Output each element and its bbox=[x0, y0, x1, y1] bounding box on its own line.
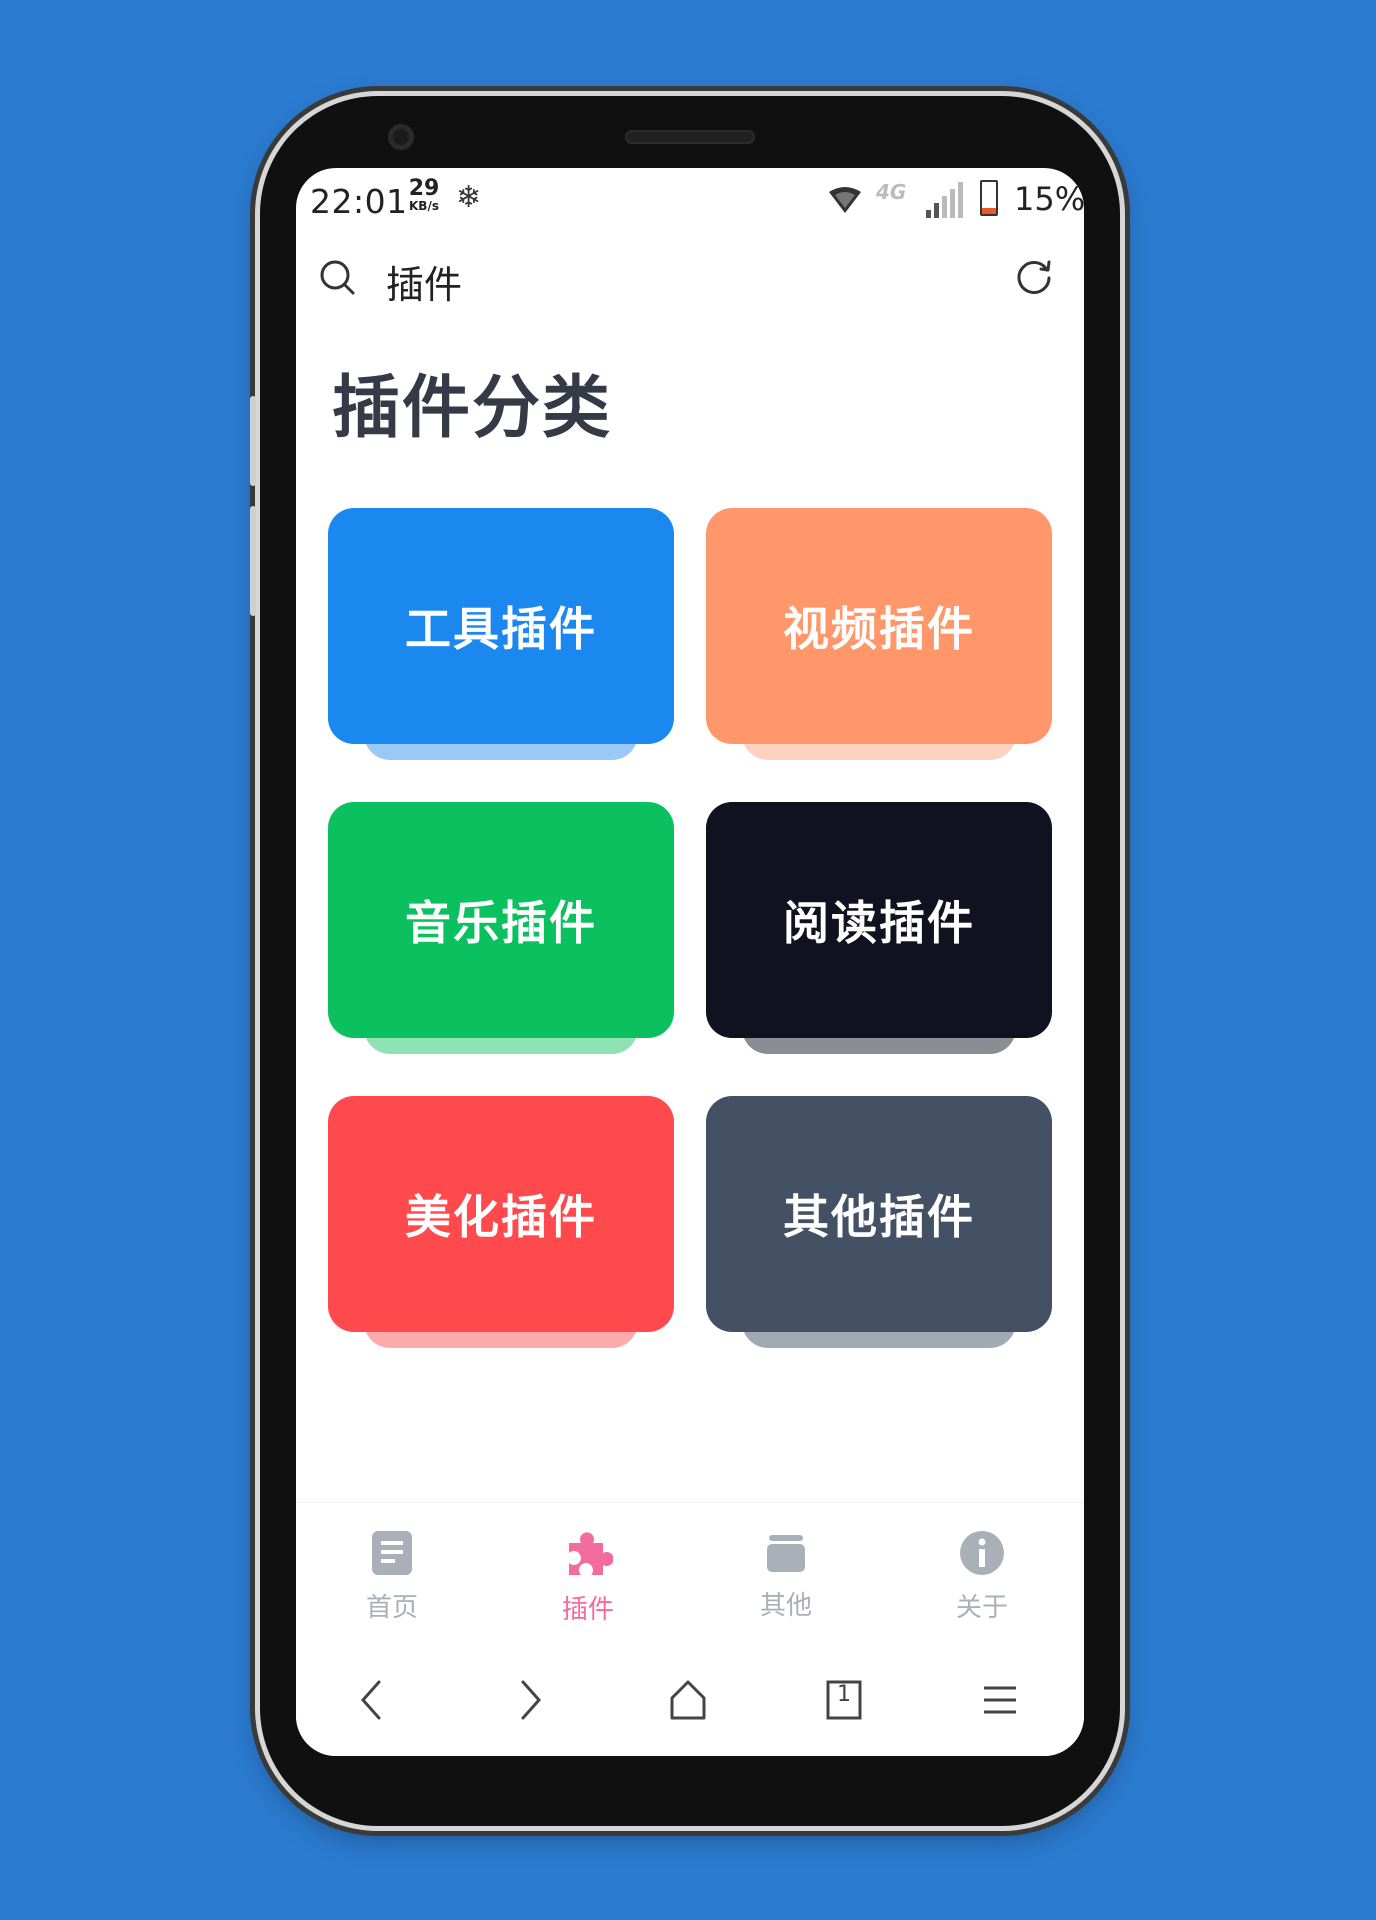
category-card-tools[interactable]: 工具插件 bbox=[328, 508, 674, 764]
category-card-reading[interactable]: 阅读插件 bbox=[706, 802, 1052, 1058]
tab-plugins-label: 插件 bbox=[561, 1595, 614, 1625]
tab-other-label: 其他 bbox=[759, 1591, 812, 1621]
back-button[interactable] bbox=[342, 1670, 402, 1730]
info-icon bbox=[960, 1531, 1004, 1575]
tab-count: 1 bbox=[837, 1682, 851, 1707]
menu-button[interactable] bbox=[970, 1670, 1030, 1730]
chevron-left-icon bbox=[360, 1680, 381, 1720]
tab-plugins[interactable]: 插件 bbox=[528, 1529, 648, 1626]
tab-home-label: 首页 bbox=[365, 1593, 418, 1623]
browser-nav-bar: 1 bbox=[296, 1642, 1084, 1756]
tab-about[interactable]: 关于 bbox=[922, 1529, 1042, 1624]
tabs-button[interactable]: 1 bbox=[814, 1670, 874, 1730]
refresh-icon[interactable] bbox=[1014, 256, 1054, 296]
category-card-video[interactable]: 视频插件 bbox=[706, 508, 1052, 764]
category-card-other[interactable]: 其他插件 bbox=[706, 1096, 1052, 1352]
phone-frame: 22:01 29 KB/s ❄ 4G 15% 插件 插件分类 工具插件 视频插件… bbox=[250, 96, 1120, 1826]
page-title: 插件分类 bbox=[332, 369, 613, 448]
category-card-beautify[interactable]: 美化插件 bbox=[328, 1096, 674, 1352]
search-icon[interactable] bbox=[318, 258, 358, 298]
network-type: 4G bbox=[876, 180, 907, 204]
snowflake-icon: ❄ bbox=[456, 180, 482, 215]
battery-icon bbox=[980, 180, 998, 216]
network-speed-value: 29 bbox=[408, 176, 440, 201]
card-button[interactable]: 阅读插件 bbox=[706, 802, 1052, 1038]
volume-up-button bbox=[250, 396, 256, 486]
earpiece-speaker bbox=[625, 130, 755, 144]
box-icon bbox=[767, 1535, 805, 1572]
home-icon bbox=[670, 1680, 706, 1720]
app-screen: 22:01 29 KB/s ❄ 4G 15% 插件 插件分类 工具插件 视频插件… bbox=[296, 168, 1084, 1756]
battery-percent: 15% bbox=[1014, 180, 1084, 218]
front-camera bbox=[388, 124, 414, 150]
card-button[interactable]: 其他插件 bbox=[706, 1096, 1052, 1332]
volume-down-button bbox=[250, 506, 256, 616]
search-input[interactable]: 插件 bbox=[386, 254, 462, 309]
card-button[interactable]: 美化插件 bbox=[328, 1096, 674, 1332]
document-icon bbox=[372, 1531, 412, 1575]
signal-icon bbox=[926, 182, 963, 218]
tab-home[interactable]: 首页 bbox=[332, 1529, 452, 1624]
status-bar: 22:01 29 KB/s ❄ 4G 15% bbox=[296, 168, 1084, 232]
menu-icon bbox=[984, 1686, 1016, 1714]
tab-other[interactable]: 其他 bbox=[726, 1529, 846, 1622]
network-speed-unit: KB/s bbox=[409, 199, 439, 213]
wifi-icon bbox=[829, 187, 861, 213]
card-button[interactable]: 工具插件 bbox=[328, 508, 674, 744]
category-card-music[interactable]: 音乐插件 bbox=[328, 802, 674, 1058]
bottom-tab-bar: 首页 插件 其他 关于 bbox=[296, 1502, 1084, 1643]
forward-button[interactable] bbox=[500, 1670, 560, 1730]
card-button[interactable]: 视频插件 bbox=[706, 508, 1052, 744]
puzzle-icon bbox=[569, 1532, 614, 1575]
card-button[interactable]: 音乐插件 bbox=[328, 802, 674, 1038]
status-time: 22:01 bbox=[310, 182, 408, 221]
tab-about-label: 关于 bbox=[955, 1593, 1008, 1623]
home-button[interactable] bbox=[658, 1670, 718, 1730]
chevron-right-icon bbox=[521, 1680, 542, 1720]
network-speed: 29 KB/s bbox=[404, 176, 444, 213]
